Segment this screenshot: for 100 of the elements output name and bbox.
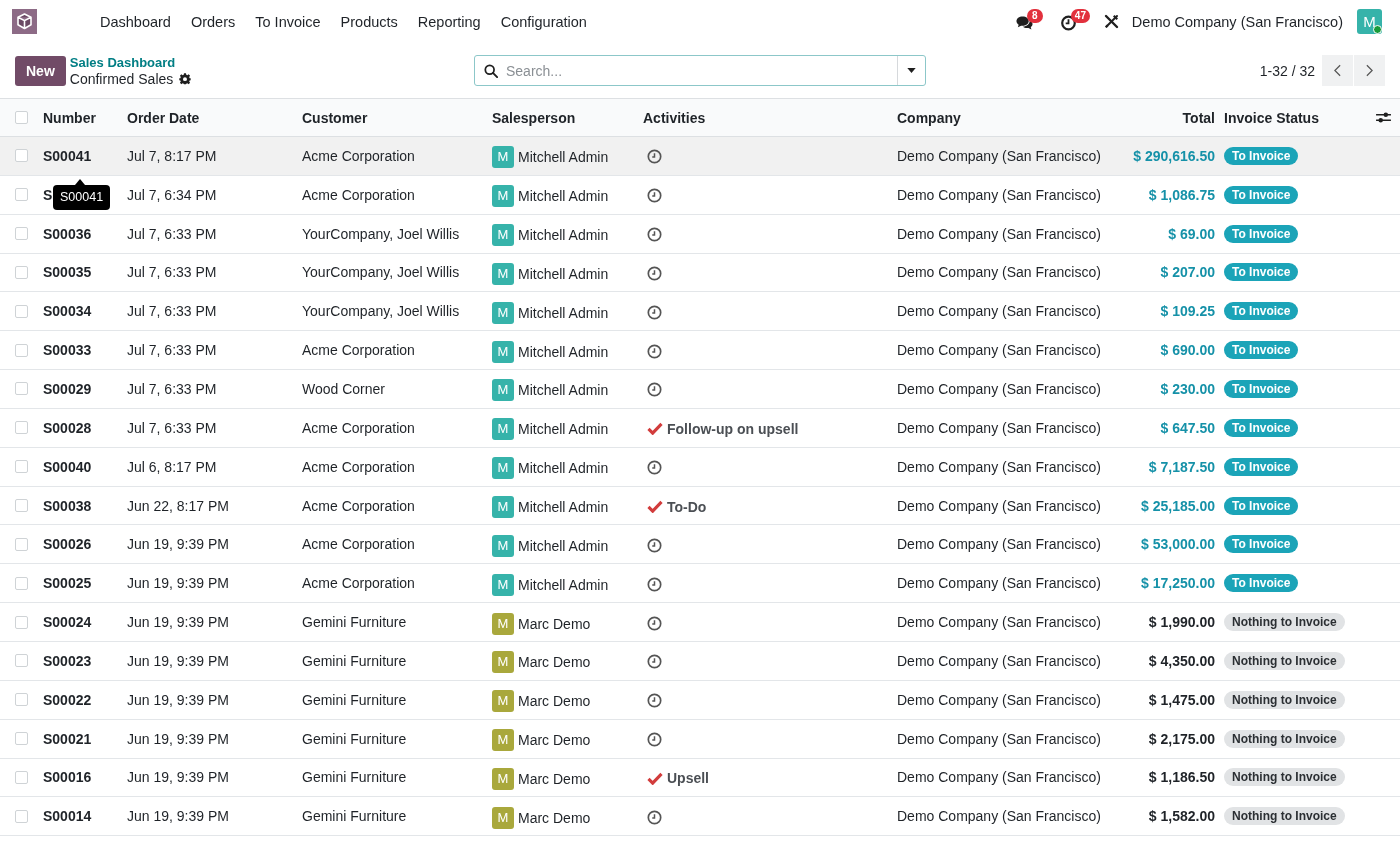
settings-icon[interactable] [179,72,192,85]
breadcrumb-link[interactable]: Sales Dashboard [69,54,192,71]
salesperson-name: Mitchell Admin [518,382,609,399]
cube-logo-icon[interactable] [12,9,37,34]
status-badge: To Invoice [1224,224,1299,243]
total-amount: $ 53,000.00 [1141,536,1215,553]
clock-icon[interactable] [647,576,662,592]
order-date: Jun 19, 9:39 PM [127,652,229,669]
column-header[interactable]: Number [43,109,96,126]
clock-icon[interactable] [647,654,662,670]
status-badge: To Invoice [1224,302,1299,321]
notification-badge: 47 [1070,8,1090,23]
order-date: Jun 19, 9:39 PM [127,575,229,592]
customer-name: Acme Corporation [302,342,415,359]
customer-name: Wood Corner [302,381,385,397]
row-checkbox[interactable] [15,188,28,202]
search-input[interactable]: Search... [498,56,897,85]
column-header[interactable]: Invoice Status [1224,109,1319,126]
next-button[interactable] [1354,55,1385,86]
avatar: M [492,340,514,363]
sliders-icon[interactable] [1376,111,1391,124]
check-icon [647,500,663,513]
total-amount: $ 1,086.75 [1148,186,1215,203]
row-checkbox[interactable] [15,421,28,435]
row-checkbox[interactable] [15,227,28,241]
clock-icon[interactable] [647,265,662,281]
menu-item[interactable]: Reporting [407,9,491,34]
tools-icon[interactable] [1103,14,1119,29]
clock-icon[interactable] [647,227,662,243]
menu-item[interactable]: To Invoice [245,9,331,34]
menu-item[interactable]: Orders [180,9,246,34]
order-date: Jul 7, 6:33 PM [127,225,217,242]
page-title: Confirmed Sales [69,70,174,87]
row-checkbox[interactable] [15,499,28,512]
customer-name: Gemini Furniture [302,652,407,669]
clock-icon[interactable] [647,809,662,825]
table-row[interactable]: S00041 Jul 7, 8:17 PM Acme Corporation M Mitchell Admin Demo Company (San Francisco) $ 290,616.50 To Invoice [0,137,1400,176]
menu-item[interactable]: Dashboard [90,9,181,34]
clock-icon[interactable] [647,304,662,320]
row-checkbox[interactable] [15,382,28,396]
activities-button[interactable]: 47 [1059,8,1090,35]
clock-icon[interactable] [647,382,662,398]
company-name: Demo Company (San Francisco) [897,652,1101,669]
company-name: Demo Company (San Francisco) [897,730,1101,747]
avatar: M [492,767,514,790]
pager-range[interactable]: 1-32 / 32 [1259,62,1315,79]
row-checkbox[interactable] [15,304,28,318]
select-all-checkbox[interactable] [15,111,28,124]
order-date: Jun 19, 9:39 PM [127,614,229,631]
order-number: S00034 [43,303,92,320]
company-name: Demo Company (San Francisco) [897,264,1101,281]
row-checkbox[interactable] [15,265,28,279]
column-header[interactable]: Total [1182,109,1215,126]
clock-icon[interactable] [647,460,662,476]
column-header[interactable]: Order Date [127,109,200,126]
clock-icon[interactable] [647,188,662,204]
row-checkbox[interactable] [15,460,28,474]
order-number: S00026 [43,536,92,553]
search-field[interactable]: Search... [474,55,926,86]
company-name: Demo Company (San Francisco) [897,614,1101,631]
check-icon [647,422,663,436]
row-checkbox[interactable] [15,615,28,629]
row-checkbox[interactable] [15,654,28,668]
activity-button[interactable]: To-Do [647,498,707,515]
salesperson-name: Marc Demo [518,693,591,710]
row-checkbox[interactable] [15,149,28,163]
column-header[interactable]: Activities [643,109,706,126]
row-checkbox[interactable] [15,343,28,357]
row-checkbox[interactable] [15,732,28,746]
avatar: M [492,301,514,324]
customer-name: Acme Corporation [302,186,415,203]
previous-button[interactable] [1322,55,1353,86]
clock-icon[interactable] [647,149,662,165]
total-amount: $ 17,250.00 [1141,575,1215,592]
clock-icon [1059,15,1077,31]
menu-item[interactable]: Products [330,9,408,34]
company-name[interactable]: Demo Company (San Francisco) [1131,13,1343,30]
activity-button[interactable]: Upsell [647,770,709,787]
column-header[interactable]: Company [897,109,961,126]
order-number: S00029 [43,381,92,397]
column-header[interactable]: Customer [302,109,368,126]
row-checkbox[interactable] [15,809,28,823]
row-checkbox[interactable] [15,770,28,784]
company-name: Demo Company (San Francisco) [897,808,1101,825]
clock-icon[interactable] [647,537,662,553]
messages-button[interactable]: 8 [1015,8,1046,35]
new-button[interactable]: New [15,55,66,86]
order-number: S00014 [43,808,92,825]
clock-icon[interactable] [647,343,662,359]
salesperson-name: Mitchell Admin [518,421,609,438]
activity-button[interactable]: Follow-up on upsell [647,420,799,437]
menu-item[interactable]: Configuration [490,9,597,34]
column-header[interactable]: Salesperson [492,109,576,126]
search-icon [484,63,498,78]
clock-icon[interactable] [647,693,662,709]
row-checkbox[interactable] [15,693,28,707]
clock-icon[interactable] [647,732,662,748]
clock-icon[interactable] [647,615,662,631]
row-checkbox[interactable] [15,576,28,590]
row-checkbox[interactable] [15,537,28,551]
